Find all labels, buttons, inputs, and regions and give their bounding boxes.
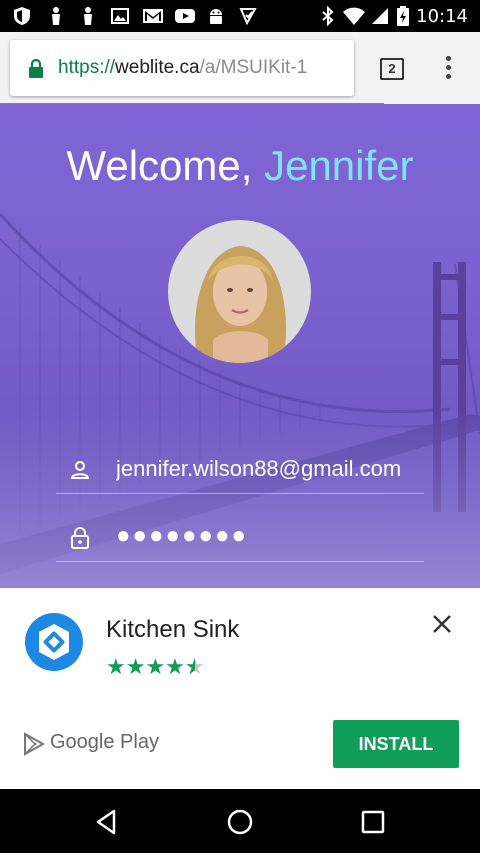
gmail-icon xyxy=(142,6,164,26)
tab-switcher-button[interactable]: 2 xyxy=(380,58,404,80)
lock-icon[interactable] xyxy=(28,58,44,78)
close-icon[interactable] xyxy=(430,612,454,636)
recents-icon[interactable] xyxy=(358,807,388,837)
status-bar: 10:14 xyxy=(0,0,480,32)
url-scheme: https:// xyxy=(58,57,116,78)
clock: 10:14 xyxy=(416,6,468,27)
url-text[interactable]: https://weblite.ca/a/MSUIKit-1 xyxy=(58,57,307,79)
kitchen-sink-app-icon[interactable] xyxy=(24,612,84,672)
overflow-menu-icon[interactable] xyxy=(438,54,458,84)
rating-stars: ★★★★★ xyxy=(106,654,205,680)
email-input[interactable]: jennifer.wilson88@gmail.com xyxy=(116,456,416,482)
youtube-icon xyxy=(174,6,196,26)
shield-icon xyxy=(12,6,32,26)
app-title[interactable]: Kitchen Sink xyxy=(106,616,239,644)
login-page: Welcome, Jennifer jennifer.wilson88@gmai… xyxy=(0,104,480,588)
lock-icon xyxy=(68,526,92,550)
bluetooth-icon xyxy=(318,6,338,26)
url-host: weblite.ca xyxy=(115,57,200,78)
signal-icon xyxy=(370,6,390,26)
password-input[interactable]: ●●●●●●●● xyxy=(116,522,416,550)
install-button[interactable]: INSTALL xyxy=(333,720,459,768)
welcome-heading: Welcome, Jennifer xyxy=(0,142,480,190)
wifi-icon xyxy=(342,6,366,26)
welcome-prefix: Welcome, xyxy=(66,142,265,189)
address-bar[interactable]: https://weblite.ca/a/MSUIKit-1 xyxy=(10,40,354,96)
image-icon xyxy=(110,6,130,26)
google-play-icon xyxy=(22,732,46,756)
navigation-bar xyxy=(0,789,480,853)
app-install-ad: Kitchen Sink ★★★★★ Google Play INSTALL xyxy=(0,588,480,789)
download-icon xyxy=(238,6,258,26)
user-name: Jennifer xyxy=(264,142,414,189)
full-stars: ★★★★ xyxy=(106,654,185,679)
android-icon xyxy=(206,6,226,26)
email-field[interactable]: jennifer.wilson88@gmail.com xyxy=(56,450,424,494)
url-path: /a/MSUIKit-1 xyxy=(199,57,308,78)
google-play-label: Google Play xyxy=(50,731,159,753)
notification-icon xyxy=(46,6,66,26)
browser-toolbar: https://weblite.ca/a/MSUIKit-1 2 xyxy=(0,32,480,104)
battery-icon xyxy=(396,6,410,26)
half-star: ★ xyxy=(185,654,205,679)
avatar xyxy=(168,220,311,363)
home-icon[interactable] xyxy=(225,807,255,837)
person-icon xyxy=(68,458,92,482)
password-field[interactable]: ●●●●●●●● xyxy=(56,518,424,562)
back-icon[interactable] xyxy=(92,807,122,837)
notification-icon xyxy=(78,6,98,26)
